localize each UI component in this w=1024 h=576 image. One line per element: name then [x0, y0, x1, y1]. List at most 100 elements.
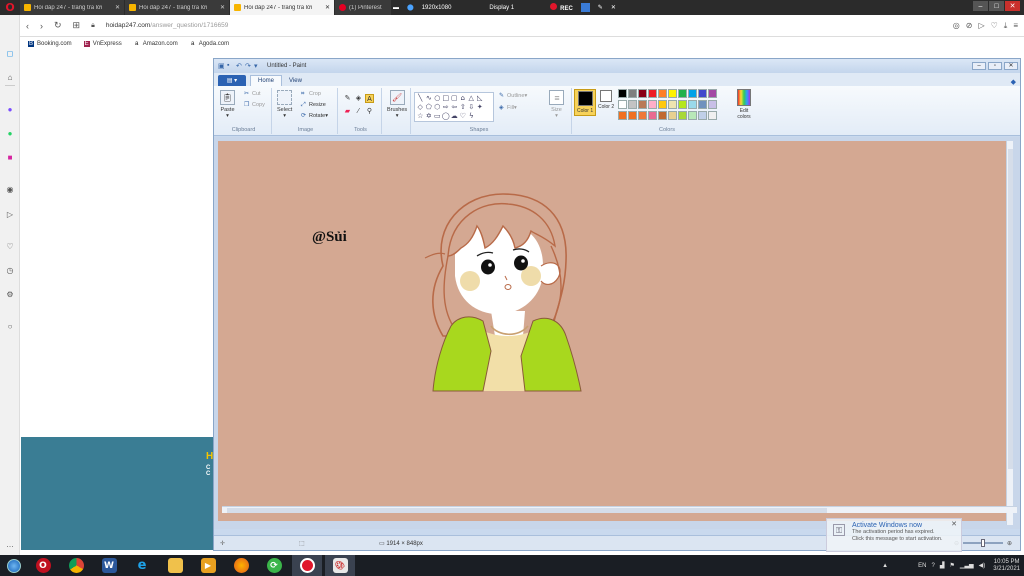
reload-icon[interactable]: ↻: [54, 20, 62, 31]
file-menu-button[interactable]: ▤ ▾: [218, 75, 246, 86]
bookmark-vnexpress[interactable]: E VnExpress: [83, 41, 122, 47]
tab-close-icon[interactable]: ✕: [115, 4, 120, 11]
hexagon-shape-icon[interactable]: ⬡: [433, 103, 442, 112]
bookmark-agoda[interactable]: a Agoda.com: [190, 41, 229, 47]
mic-icon[interactable]: ⬤: [407, 4, 414, 11]
palette-swatch-5[interactable]: [668, 89, 677, 98]
heart-icon[interactable]: ♡: [5, 241, 15, 251]
palette-swatch-3[interactable]: [648, 89, 657, 98]
save-icon[interactable]: ▪: [227, 62, 236, 70]
qat-dropdown-icon[interactable]: ▾: [254, 62, 263, 70]
up-arrow-shape-icon[interactable]: ⇧: [459, 103, 468, 112]
fill-button[interactable]: ◈ Fill ▾: [499, 105, 517, 111]
palette-swatch-28[interactable]: [698, 111, 707, 120]
maximize-window-button[interactable]: □: [989, 1, 1004, 11]
close-window-button[interactable]: ✕: [1005, 1, 1020, 11]
instagram-icon[interactable]: ■: [5, 152, 15, 162]
palette-swatch-10[interactable]: [618, 100, 627, 109]
paint-maximize-button[interactable]: ▫: [988, 62, 1002, 70]
paint-close-button[interactable]: ✕: [1004, 62, 1018, 70]
palette-swatch-23[interactable]: [648, 111, 657, 120]
start-button[interactable]: [0, 555, 28, 576]
taskbar-recorder[interactable]: [292, 555, 322, 576]
tab-hoidap-3[interactable]: Hỏi đáp 247 - trang tra lời ✕: [230, 0, 334, 15]
palette-swatch-29[interactable]: [708, 111, 717, 120]
tab-home[interactable]: Home: [250, 75, 283, 86]
rectangle-shape-icon[interactable]: □: [442, 94, 451, 103]
color2-button[interactable]: Color 2: [598, 90, 614, 110]
five-point-star-shape-icon[interactable]: ☆: [416, 112, 425, 121]
forward-icon[interactable]: ›: [40, 21, 43, 31]
six-point-star-shape-icon[interactable]: ✡: [425, 112, 434, 121]
taskbar-firefox[interactable]: [226, 555, 256, 576]
clock[interactable]: 10:05 PM 3/21/2021: [993, 559, 1020, 573]
callout-cloud-shape-icon[interactable]: ☁: [450, 112, 459, 121]
bookmark-booking[interactable]: B Booking.com: [28, 41, 72, 47]
palette-swatch-17[interactable]: [688, 100, 697, 109]
curve-shape-icon[interactable]: ∿: [425, 94, 434, 103]
taskbar-paint[interactable]: 🎨︎: [325, 555, 355, 576]
palette-swatch-1[interactable]: [628, 89, 637, 98]
tab-view[interactable]: View: [282, 75, 309, 86]
zoom-slider[interactable]: [962, 539, 1003, 547]
taskbar-explorer[interactable]: [160, 555, 190, 576]
opera-logo-icon[interactable]: O: [0, 0, 20, 15]
signal-tray-icon[interactable]: ▁▃▅: [960, 562, 974, 569]
right-triangle-shape-icon[interactable]: ◺: [476, 94, 485, 103]
palette-swatch-8[interactable]: [698, 89, 707, 98]
callout-rect-shape-icon[interactable]: ▭: [433, 112, 442, 121]
taskbar-chrome[interactable]: [61, 555, 91, 576]
palette-swatch-26[interactable]: [678, 111, 687, 120]
pen-icon[interactable]: ✎: [598, 4, 603, 11]
home-icon[interactable]: ⌂: [5, 72, 15, 82]
settings-icon[interactable]: ⚙: [5, 289, 15, 299]
four-point-star-shape-icon[interactable]: ✦: [476, 103, 485, 112]
edit-colors-button[interactable]: Edit colors: [734, 89, 754, 120]
tab-hoidap-2[interactable]: Hỏi đáp 247 - trang tra lời ✕: [125, 0, 229, 15]
whatsapp-icon[interactable]: ●: [5, 128, 15, 138]
palette-swatch-2[interactable]: [638, 89, 647, 98]
language-indicator[interactable]: EN: [918, 563, 926, 569]
download-icon[interactable]: ⤓: [1004, 21, 1008, 31]
vertical-scroll-thumb[interactable]: [1008, 149, 1013, 469]
down-arrow-shape-icon[interactable]: ⇩: [467, 103, 476, 112]
taskbar-opera[interactable]: O: [28, 555, 58, 576]
palette-swatch-18[interactable]: [698, 100, 707, 109]
palette-swatch-14[interactable]: [658, 100, 667, 109]
menu-icon[interactable]: ≡: [1013, 21, 1018, 31]
palette-swatch-16[interactable]: [678, 100, 687, 109]
toast-close-icon[interactable]: ✕: [951, 521, 957, 528]
play-icon[interactable]: ▷: [978, 21, 984, 31]
palette-swatch-9[interactable]: [708, 89, 717, 98]
more-icon[interactable]: …: [5, 539, 15, 549]
tips-icon[interactable]: ○: [5, 321, 15, 331]
minimize-icon[interactable]: ▬: [393, 5, 399, 11]
tab-close-icon[interactable]: ✕: [220, 4, 225, 11]
palette-swatch-11[interactable]: [628, 100, 637, 109]
recorder-square-icon[interactable]: [580, 3, 590, 12]
tab-pinterest[interactable]: (1) Pinterest: [335, 0, 391, 15]
palette-swatch-19[interactable]: [708, 100, 717, 109]
shapes-gallery[interactable]: ╲ ∿ ○ □ ▢ ⌂ △ ◺ ◇ ⬠ ⬡ ⇨ ⇦ ⇧ ⇩ ✦ ☆ ✡ ▭ ◯ ☁ ♡ ϟ: [414, 92, 494, 122]
flag-tray-icon[interactable]: ⚑: [949, 562, 954, 569]
camera-icon[interactable]: ◎: [953, 21, 960, 31]
paint-minimize-button[interactable]: –: [972, 62, 986, 70]
undo-icon[interactable]: ↶: [236, 62, 245, 70]
taskbar-word[interactable]: W: [94, 555, 124, 576]
recorder-close-icon[interactable]: ✕: [611, 4, 616, 11]
help-icon[interactable]: ◆: [1011, 78, 1016, 86]
oval-shape-icon[interactable]: ○: [433, 94, 442, 103]
heart-shape-icon[interactable]: ♡: [459, 112, 468, 121]
callout-oval-shape-icon[interactable]: ◯: [442, 112, 451, 121]
lightning-shape-icon[interactable]: ϟ: [467, 112, 476, 121]
rounded-rect-shape-icon[interactable]: ▢: [450, 94, 459, 103]
tray-chevron-icon[interactable]: ▲: [882, 563, 888, 569]
network-tray-icon[interactable]: ▟: [940, 562, 945, 569]
minimize-window-button[interactable]: –: [973, 1, 988, 11]
send-icon[interactable]: ▷: [5, 209, 15, 219]
horizontal-scrollbar[interactable]: [222, 506, 1017, 513]
polygon-shape-icon[interactable]: ⌂: [459, 94, 468, 103]
color1-button[interactable]: Color 1: [574, 89, 597, 116]
pentagon-shape-icon[interactable]: ⬠: [425, 103, 434, 112]
triangle-shape-icon[interactable]: △: [467, 94, 476, 103]
